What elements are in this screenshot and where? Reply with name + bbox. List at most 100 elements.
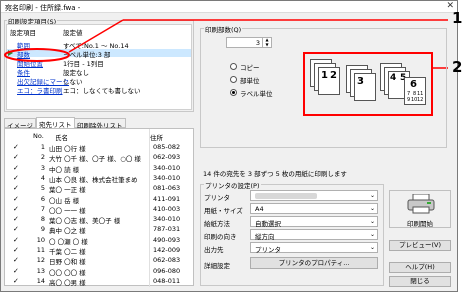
table-row[interactable]: ✓ 2 大竹 〇千 様、〇子 様、○〇 様 062-093 — [5, 152, 193, 163]
tab-exclude-list[interactable]: 印刷除外リスト — [74, 118, 126, 130]
check-icon[interactable]: ✓ — [13, 143, 19, 151]
preview-number-1: 1 — [321, 70, 328, 81]
option-copy[interactable]: コピー — [230, 62, 290, 72]
row-address: 340-010 — [153, 173, 181, 182]
row-address: 340-010 — [153, 163, 181, 172]
check-icon[interactable]: ✓ — [13, 236, 19, 244]
orientation-label: 印刷の向き — [204, 233, 237, 241]
preview-sheet-3: 1 2 — [318, 67, 340, 95]
table-row[interactable]: ✓ 8 葉〇 〇志 様、美〇子 様 340-010 — [5, 214, 193, 225]
detail-label: 詳細設定 — [204, 262, 230, 270]
printer-settings-grid: プリンタ ⌄ 用紙・サイズ A4 ⌄ 給紙方法 自動選択 ⌄ 印刷の向き 縦方向… — [204, 190, 380, 282]
row-number: 2 — [40, 153, 45, 162]
output-value: プリンタ — [255, 246, 281, 254]
check-icon[interactable]: ✓ — [13, 277, 19, 285]
check-icon[interactable]: ✓ — [13, 225, 19, 233]
table-row[interactable]: ✓ 14 高〇 〇男 様 048-011 — [5, 276, 193, 287]
check-icon[interactable]: ✓ — [13, 174, 19, 182]
tab-address-list[interactable]: 宛先リスト — [36, 117, 75, 129]
feed-select[interactable]: 自動選択 ⌄ — [250, 216, 378, 228]
paper-size-label: 用紙・サイズ — [204, 207, 243, 215]
check-icon[interactable]: ✓ — [13, 195, 19, 203]
label-radio[interactable] — [230, 89, 237, 96]
printer-properties-button[interactable]: プリンタのプロパティ... — [250, 257, 378, 269]
row-address: 081-063 — [153, 184, 181, 193]
check-icon[interactable]: ✓ — [13, 164, 19, 172]
table-row[interactable]: ✓ 4 山本 〇良 様、株式会社筆まめ 340-010 — [5, 173, 193, 184]
table-row[interactable]: ✓ 12 日野 〇和 様 062-083 — [5, 255, 193, 266]
table-row[interactable]: ✓ 7 〇〇 一一 様 410-003 — [5, 204, 193, 215]
printer-chevron-icon: ⌄ — [369, 192, 375, 199]
orientation-chevron-icon: ⌄ — [369, 231, 375, 238]
spinner-arrows-icon[interactable]: ▲ ▼ — [262, 37, 271, 47]
copies-value: 3 — [255, 39, 260, 47]
row-number: 4 — [40, 173, 45, 182]
printer-group-label: プリンタの設定(P) — [204, 180, 261, 190]
check-icon[interactable]: ✓ — [13, 246, 19, 254]
callout-line-1 — [68, 19, 124, 53]
table-row[interactable]: ✓ 9 典中 〇之 様 787-031 — [5, 224, 193, 235]
copies-group-label: 印刷部数(Q) — [204, 24, 243, 34]
print-start-button[interactable]: 印刷開始 — [389, 190, 451, 228]
table-row[interactable]: ✓ 13 〇〇 〇〇 様 096-080 — [5, 266, 193, 277]
preview-button[interactable]: プレビュー(V) — [389, 240, 451, 251]
row-address: 085-082 — [153, 143, 181, 151]
close-button[interactable]: 閉じる — [389, 276, 451, 287]
option-label[interactable]: ラベル単位 — [230, 88, 290, 98]
row-name: 高〇 〇男 様 — [49, 278, 86, 287]
feed-value: 自動選択 — [255, 220, 281, 228]
paper-size-select[interactable]: A4 ⌄ — [250, 203, 378, 214]
option-label-label: ラベル単位 — [240, 90, 273, 98]
row-number: 6 — [40, 194, 45, 203]
option-set[interactable]: 部単位 — [230, 75, 290, 85]
output-select[interactable]: プリンタ ⌄ — [250, 242, 378, 254]
option-copy-label: コピー — [240, 64, 260, 72]
row-address: 062-083 — [153, 256, 181, 265]
output-chevron-icon: ⌄ — [369, 244, 375, 251]
table-row[interactable]: ✓ 1 山田 〇行 様 085-082 — [5, 142, 193, 153]
print-summary: 14 件の宛先を 3 部ずつ 5 枚の用紙に印刷します — [203, 170, 347, 178]
set-radio[interactable] — [230, 76, 237, 83]
paper-size-value: A4 — [255, 205, 264, 213]
row-address: 062-093 — [153, 153, 181, 162]
row-address: 411-091 — [153, 194, 181, 203]
table-row[interactable]: ✓ 6 〇山 岳 様 411-091 — [5, 194, 193, 205]
callout-number-2: 2 — [452, 58, 463, 76]
row-number: 1 — [40, 143, 45, 151]
check-icon[interactable]: ✓ — [13, 153, 19, 161]
row-number: 7 — [40, 204, 45, 213]
table-row[interactable]: ✓ 11 千葉 〇二 様 142-009 — [5, 245, 193, 256]
feed-label: 給紙方法 — [204, 220, 230, 228]
paper-size-chevron-icon: ⌄ — [369, 205, 375, 212]
tab-bar: イメージ 宛先リスト 印刷除外リスト — [4, 117, 194, 130]
table-row[interactable]: ✓ 10 〇 〇瀬 〇 様 490-093 — [5, 235, 193, 246]
copies-spinner[interactable]: 3 ▲ ▼ — [226, 37, 272, 48]
preview-number-3: 3 — [357, 76, 364, 87]
row-number: 13 — [36, 266, 45, 275]
check-icon[interactable]: ✓ — [13, 184, 19, 192]
preview-sheet-6: 3 — [354, 73, 376, 101]
check-icon[interactable]: ✓ — [13, 256, 19, 264]
tab-image[interactable]: イメージ — [4, 118, 36, 130]
preview-number-9: 9 — [407, 97, 411, 103]
row-address: 048-011 — [153, 276, 181, 285]
check-icon[interactable]: ✓ — [13, 267, 19, 275]
table-row[interactable]: ✓ 3 中〇 読 様 340-010 — [5, 163, 193, 174]
row-address: 096-080 — [153, 266, 181, 275]
printer-select[interactable]: ⌄ — [250, 190, 378, 201]
orientation-select[interactable]: 縦方向 ⌄ — [250, 229, 378, 241]
output-label: 出力先 — [204, 246, 224, 254]
printer-name-redacted — [255, 193, 317, 199]
copies-options: コピー 部単位 ラベル単位 — [230, 62, 290, 102]
row-number: 9 — [40, 225, 45, 234]
row-address: 490-093 — [153, 235, 181, 244]
table-row[interactable]: ✓ 5 葉〇 一正 様 081-063 — [5, 183, 193, 194]
col-no-header: No. — [33, 132, 44, 140]
check-icon[interactable]: ✓ — [13, 215, 19, 223]
row-address: 340-010 — [153, 215, 181, 224]
row-address: 142-009 — [153, 246, 181, 254]
printer-label: プリンタ — [204, 194, 230, 202]
copy-radio[interactable] — [230, 63, 237, 70]
check-icon[interactable]: ✓ — [13, 205, 19, 213]
help-button[interactable]: ヘルプ(H) — [389, 262, 451, 273]
